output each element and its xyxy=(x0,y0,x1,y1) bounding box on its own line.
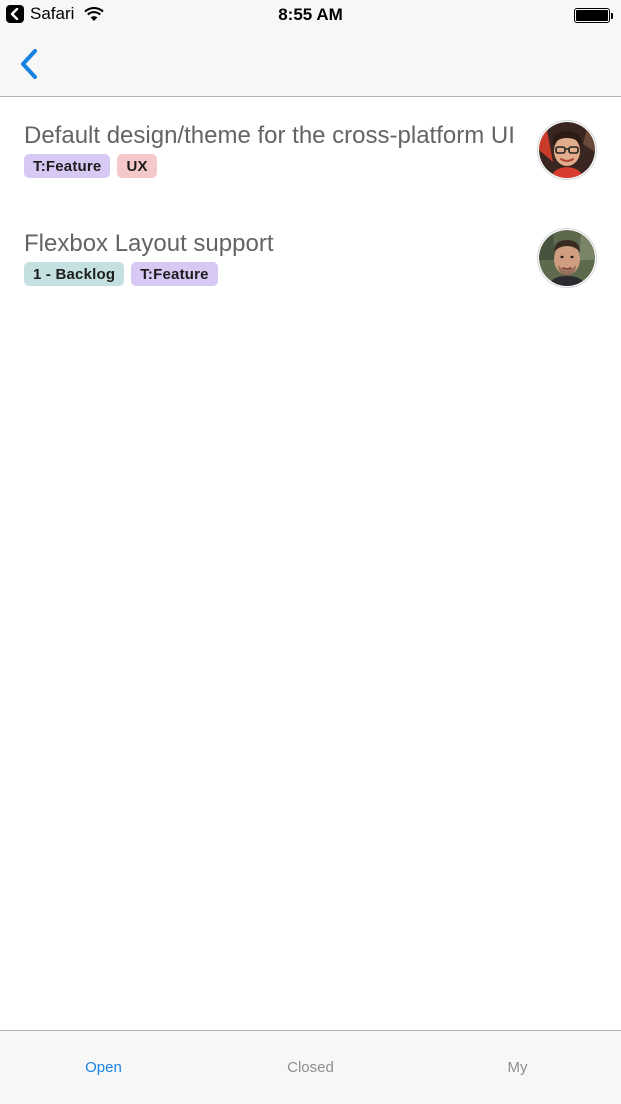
issue-title: Default design/theme for the cross-platf… xyxy=(24,122,515,149)
issue-row[interactable]: Flexbox Layout support 1 - Backlog T:Fea… xyxy=(0,206,621,314)
tab-my[interactable]: My xyxy=(414,1031,621,1104)
issue-labels: T:Feature UX xyxy=(24,154,157,178)
issue-title: Flexbox Layout support xyxy=(24,230,274,257)
issue-labels: 1 - Backlog T:Feature xyxy=(24,262,218,286)
man-avatar[interactable] xyxy=(537,228,597,288)
woman-with-glasses-avatar[interactable] xyxy=(537,120,597,180)
back-button[interactable] xyxy=(12,46,46,82)
issue-label[interactable]: 1 - Backlog xyxy=(24,262,125,286)
tab-label: My xyxy=(507,1059,528,1076)
tab-closed[interactable]: Closed xyxy=(207,1031,414,1104)
status-bar: Safari 8:55 AM xyxy=(0,0,621,32)
tab-bar: Open Closed My xyxy=(0,1030,621,1104)
battery-icon xyxy=(574,8,613,23)
navigation-bar xyxy=(0,32,621,97)
tab-label: Open xyxy=(85,1059,122,1076)
issue-label[interactable]: T:Feature xyxy=(24,154,111,178)
tab-open[interactable]: Open xyxy=(0,1031,207,1104)
status-time: 8:55 AM xyxy=(278,5,343,24)
tab-label: Closed xyxy=(287,1059,334,1076)
issue-list: Default design/theme for the cross-platf… xyxy=(0,98,621,314)
issue-label[interactable]: UX xyxy=(117,154,157,178)
chevron-left-icon xyxy=(21,49,37,79)
app-screen: Safari 8:55 AM Default design/theme for … xyxy=(0,0,621,1104)
issue-label[interactable]: T:Feature xyxy=(131,262,218,286)
issue-row[interactable]: Default design/theme for the cross-platf… xyxy=(0,98,621,206)
